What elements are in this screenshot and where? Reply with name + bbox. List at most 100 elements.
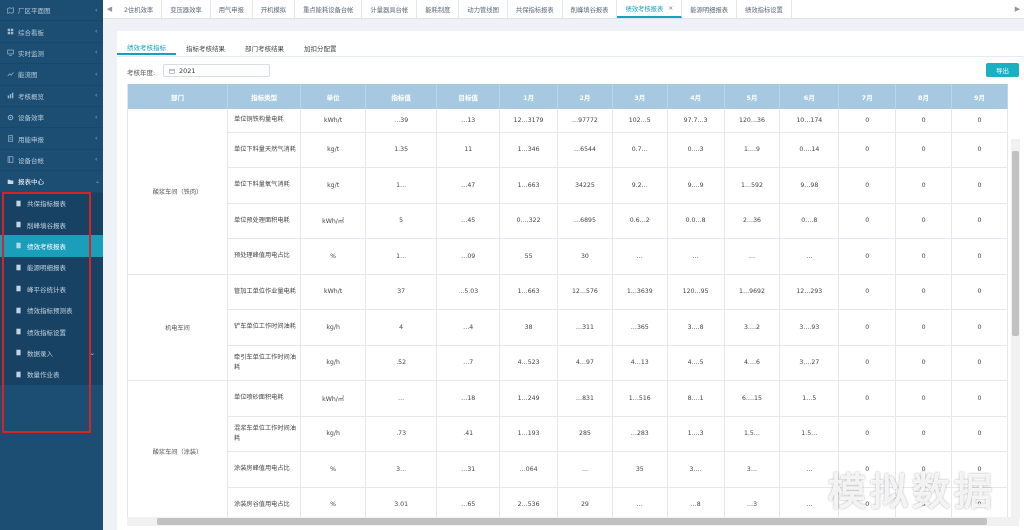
tab-9[interactable]: 削峰填谷报表 (563, 0, 618, 18)
subtab-2[interactable]: 部门考核结果 (235, 41, 294, 55)
sidebar-subitem-4[interactable]: 峰平谷统计表 (0, 278, 103, 300)
table-cell: 38 (499, 309, 559, 346)
document-icon (15, 328, 22, 335)
subtab-3[interactable]: 加扣分配置 (294, 41, 347, 55)
watermark: 模拟数据 (827, 470, 996, 514)
dept-cell: 酸浆车间（铁肉） (128, 109, 229, 275)
table-cell: 3.…27 (779, 345, 840, 381)
vertical-scrollbar[interactable] (1011, 139, 1020, 519)
tab-1[interactable]: 变压器效率 (162, 0, 211, 18)
sidebar-item-5[interactable]: 设备效率 ‹ (0, 107, 103, 129)
column-header: 5月 (724, 84, 781, 109)
table-cell: 1…663 (499, 167, 559, 204)
table-cell: 1.5… (779, 416, 840, 452)
table-cell: …283 (612, 416, 668, 452)
table-cell: 4…97 (557, 345, 613, 381)
column-header: 部门 (128, 84, 229, 109)
table-cell: 0 (838, 380, 897, 417)
tab-11[interactable]: 能源明细报表 (682, 0, 738, 18)
subtab-0[interactable]: 绩效考核指标 (117, 41, 176, 55)
sidebar-subitem-2[interactable]: 绩效考核报表 (0, 235, 103, 257)
table-cell: 0 (951, 109, 1009, 133)
year-input[interactable]: 2021 (163, 64, 270, 77)
sidebar-item-8[interactable]: 报表中心 ⌄ (0, 171, 103, 193)
table-cell: kWh/㎡ (300, 380, 367, 417)
table-cell: … (724, 238, 781, 275)
tab-10[interactable]: 绩效考核报表 × (617, 0, 683, 18)
table-cell: …6895 (557, 203, 613, 239)
export-button[interactable]: 导出 (986, 63, 1019, 77)
table-row: 单位预处理面积电耗 kWh/㎡ 5 …45 0.…322 …6895 0.6…2 0.0…8 2… (128, 203, 1009, 239)
tab-scroll-left-icon[interactable]: ◀ (103, 0, 116, 18)
table-cell: 2…36 (724, 203, 781, 239)
table-cell: 0 (895, 309, 952, 346)
sidebar-item-label: 报表中心 (18, 178, 44, 187)
sidebar-subitem-5[interactable]: 绩效指标预测表 (0, 299, 103, 321)
sidebar-item-0[interactable]: 厂区平面图 ‹ (0, 0, 103, 22)
table-cell: 0 (951, 167, 1009, 204)
table-cell: 1…3639 (612, 274, 668, 310)
tab-7[interactable]: 动力管线图 (459, 0, 508, 18)
sidebar: 厂区平面图 ‹ 综合看板 ‹ 实时监测 ‹ 能流图 ‹ 考核概览 ‹ 设备效率 ‹ 用能申报 ‹ 设备台帐 ‹… (0, 0, 103, 530)
table-cell: …365 (612, 309, 668, 346)
table-row: 单位下料量天然气消耗 kg/t 1.35 11 1…346 …6544 0.7… 0.…3 1.… (128, 132, 1009, 168)
sidebar-item-label: 用能申报 (18, 135, 44, 144)
close-icon[interactable]: × (668, 5, 673, 12)
tab-label: 共保指标报表 (515, 6, 554, 14)
sidebar-item-7[interactable]: 设备台帐 ‹ (0, 150, 103, 172)
sidebar-item-6[interactable]: 用能申报 ‹ (0, 128, 103, 150)
tab-4[interactable]: 重点能耗设备台帐 (295, 0, 363, 18)
sidebar-subitem-3[interactable]: 能源明细报表 (0, 256, 103, 279)
table-cell: 0 (838, 309, 897, 346)
indicator-type-cell: 铲车单位工作时间油耗 (227, 309, 302, 346)
horizontal-scroll-thumb[interactable] (157, 518, 987, 525)
table-cell: 0 (951, 238, 1009, 275)
horizontal-scrollbar[interactable] (127, 517, 1019, 526)
table-cell: 1…249 (499, 380, 559, 417)
sidebar-subitem-label: 共保指标报表 (27, 200, 66, 209)
table-cell: kg/t (300, 132, 367, 168)
tab-8[interactable]: 共保指标报表 (508, 0, 563, 18)
sidebar-item-2[interactable]: 实时监测 ‹ (0, 43, 103, 65)
table-cell: …4 (436, 309, 501, 346)
table-cell: … (612, 238, 668, 275)
sidebar-item-3[interactable]: 能流图 ‹ (0, 64, 103, 86)
table-cell: …311 (557, 309, 613, 346)
subtab-1[interactable]: 指标考核结果 (176, 41, 235, 55)
table-cell: 35 (612, 451, 668, 488)
table-cell: … (557, 451, 613, 488)
table-cell: kg/h (300, 309, 367, 346)
tab-5[interactable]: 计量器具台帐 (362, 0, 418, 18)
indicator-type-cell: 单位铜铁构量电耗 (227, 109, 302, 133)
tab-0[interactable]: 2住机效率 (116, 0, 163, 18)
table-cell: 0 (838, 132, 897, 168)
flow-icon (7, 71, 14, 78)
tab-12[interactable]: 绩效指标设置 (737, 0, 792, 18)
table-cell: …831 (557, 380, 613, 417)
sidebar-item-1[interactable]: 综合看板 ‹ (0, 21, 103, 43)
document-icon (15, 285, 22, 292)
tab-scroll-right-icon[interactable]: ▶ (1011, 0, 1024, 18)
tab-2[interactable]: 用气申报 (211, 0, 253, 18)
table-cell: % (300, 451, 367, 488)
sidebar-subitem-1[interactable]: 削峰填谷报表 (0, 213, 103, 236)
tab-label: 绩效指标设置 (745, 6, 783, 14)
column-header: 目标值 (436, 84, 501, 109)
sidebar-subitem-0[interactable]: 共保指标报表 (0, 192, 103, 214)
tab-3[interactable]: 开机模拟 (253, 0, 296, 18)
table-cell: kg/h (300, 345, 367, 381)
vertical-scroll-thumb[interactable] (1012, 151, 1019, 336)
sidebar-subitem-8[interactable]: 数量作业表 (0, 363, 103, 386)
sidebar-subitem-label: 绩效指标设置 (27, 328, 66, 337)
table-cell: … (667, 238, 725, 275)
sidebar-subitem-6[interactable]: 绩效指标设置 (0, 320, 103, 343)
sidebar-item-4[interactable]: 考核概览 ‹ (0, 86, 103, 107)
table-cell: …5.03 (436, 274, 501, 310)
indicator-type-cell: 牵引车单位工作时间油耗 (227, 345, 302, 381)
tab-label: 动力管线图 (467, 6, 499, 14)
indicator-type-cell: 涂装房峰值用电占比 (227, 451, 302, 488)
sidebar-subitem-7[interactable]: 数据录入 ⌄ (0, 342, 103, 364)
tab-6[interactable]: 能耗制度 (417, 0, 460, 18)
column-header: 6月 (779, 84, 840, 109)
table-cell: 1…9692 (724, 274, 781, 310)
